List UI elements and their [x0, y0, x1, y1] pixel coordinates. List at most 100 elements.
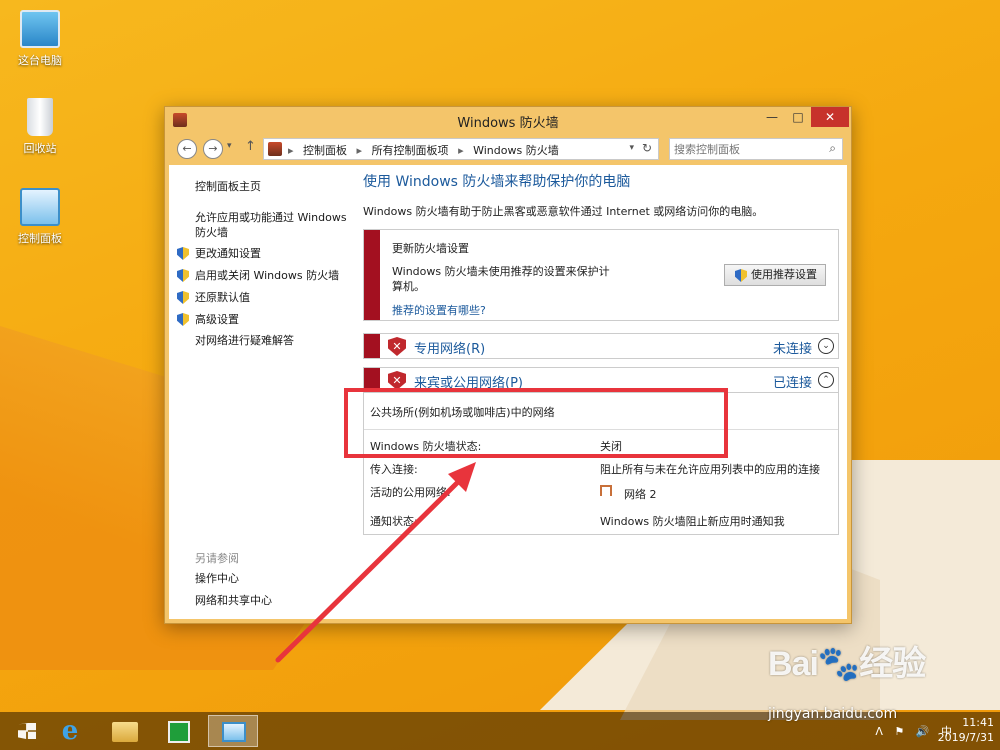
annotation-highlight-box: [344, 388, 728, 458]
incoming-connections-label: 传入连接:: [370, 463, 418, 476]
show-hidden-icons-chevron-up-icon[interactable]: ᐱ: [875, 725, 883, 738]
firewall-off-shield-icon: ✕: [388, 337, 406, 356]
page-title: 使用 Windows 防火墙来帮助保护你的电脑: [363, 174, 631, 190]
alert-bar: [364, 230, 380, 320]
sidebar-link-toggle-firewall[interactable]: 启用或关闭 Windows 防火墙: [177, 268, 340, 283]
search-icon[interactable]: ⌕: [829, 141, 836, 156]
expand-chevron-down-icon[interactable]: ⌄: [818, 338, 834, 354]
watermark-logo: Bai🐾经验: [768, 645, 926, 683]
use-recommended-settings-button[interactable]: 使用推荐设置: [724, 264, 826, 286]
see-also-heading: 另请参阅: [195, 552, 239, 565]
recycle-bin-icon: [27, 98, 53, 136]
close-button[interactable]: ✕: [811, 107, 849, 127]
sidebar-link-action-center[interactable]: 操作中心: [195, 571, 239, 586]
clock-date: 2019/7/31: [937, 731, 994, 744]
volume-icon[interactable]: 🔊: [916, 725, 930, 738]
breadcrumb-all-items[interactable]: 所有控制面板项: [372, 144, 449, 157]
update-description: Windows 防火墙未使用推荐的设置来保护计 算机。: [392, 264, 642, 294]
navigation-toolbar: ← → ▾ ↑ ▸ 控制面板 ▸ 所有控制面板项 ▸ Windows 防火墙 ▾…: [171, 135, 845, 163]
back-button[interactable]: ←: [177, 139, 197, 159]
control-panel-icon: [222, 722, 246, 742]
maximize-button[interactable]: □: [785, 107, 811, 127]
sidebar-link-restore-defaults[interactable]: 还原默认值: [177, 290, 250, 305]
private-network-name: 专用网络(R): [414, 342, 486, 357]
watermark-url: jingyan.baidu.com: [768, 706, 898, 722]
desktop-icon-label: 这台电脑: [18, 54, 62, 67]
sidebar-link-label: 更改通知设置: [195, 247, 261, 260]
sidebar-link-label: 高级设置: [195, 313, 239, 326]
address-bar[interactable]: ▸ 控制面板 ▸ 所有控制面板项 ▸ Windows 防火墙 ▾ ↻: [263, 138, 659, 160]
taskbar-file-explorer[interactable]: [104, 715, 144, 747]
sidebar: 控制面板主页 允许应用或功能通过 Windows 防火墙 更改通知设置 启用或关…: [169, 165, 359, 619]
up-button[interactable]: ↑: [245, 139, 256, 154]
sidebar-link-label: 防火墙: [195, 226, 228, 239]
private-network-status: 未连接: [772, 342, 812, 357]
page-description: Windows 防火墙有助于防止黑客或恶意软件通过 Internet 或网络访问…: [363, 205, 764, 218]
taskbar-store[interactable]: [158, 715, 198, 747]
search-box: ⌕: [669, 138, 843, 160]
desktop-icon-label: 控制面板: [18, 232, 62, 245]
network-bench-icon: [600, 485, 612, 496]
address-history-chevron-down-icon[interactable]: ▾: [629, 143, 634, 153]
folder-icon: [112, 722, 138, 742]
breadcrumb-control-panel[interactable]: 控制面板: [303, 144, 347, 157]
uac-shield-icon: [177, 269, 189, 282]
active-network-label: 活动的公用网络:: [370, 486, 451, 499]
breadcrumb-firewall[interactable]: Windows 防火墙: [473, 144, 559, 157]
sidebar-link-label: 还原默认值: [195, 291, 250, 304]
update-title: 更新防火墙设置: [392, 242, 469, 255]
forward-button[interactable]: →: [203, 139, 223, 159]
action-flag-icon[interactable]: ⚑: [894, 725, 904, 738]
update-description-line: Windows 防火墙未使用推荐的设置来保护计: [392, 265, 610, 278]
sidebar-link-advanced[interactable]: 高级设置: [177, 312, 239, 327]
store-icon: [168, 721, 190, 743]
update-description-line: 算机。: [392, 280, 425, 293]
firewall-window: Windows 防火墙 — □ ✕ ← → ▾ ↑ ▸ 控制面板 ▸ 所有控制面…: [164, 106, 852, 624]
breadcrumb-separator[interactable]: ▸: [357, 144, 363, 157]
button-label: 使用推荐设置: [751, 268, 817, 281]
uac-shield-icon: [177, 291, 189, 304]
desktop-icon-this-pc[interactable]: 这台电脑: [0, 10, 80, 68]
notification-state-value: Windows 防火墙阻止新应用时通知我: [600, 515, 785, 528]
alert-bar: [364, 334, 380, 358]
clock[interactable]: 11:41 2019/7/31: [938, 715, 994, 745]
recommended-settings-link[interactable]: 推荐的设置有哪些?: [392, 302, 486, 318]
minimize-button[interactable]: —: [759, 107, 785, 127]
taskbar-control-panel[interactable]: [208, 715, 258, 747]
notification-state-label: 通知状态:: [370, 515, 418, 528]
sidebar-link-allow-app[interactable]: 允许应用或功能通过 Windows 防火墙: [195, 210, 347, 240]
breadcrumb: ▸ 控制面板 ▸ 所有控制面板项 ▸ Windows 防火墙: [288, 142, 565, 158]
uac-shield-icon: [177, 313, 189, 326]
sidebar-link-home[interactable]: 控制面板主页: [195, 179, 261, 194]
update-settings-box: 更新防火墙设置 Windows 防火墙未使用推荐的设置来保护计 算机。 推荐的设…: [363, 229, 839, 321]
sidebar-link-label: 允许应用或功能通过 Windows: [195, 211, 347, 224]
firewall-icon: [268, 142, 282, 156]
computer-icon: [20, 10, 60, 48]
desktop-icon-control-panel[interactable]: 控制面板: [0, 188, 80, 246]
desktop-icon-label: 回收站: [23, 142, 57, 155]
active-network-value: 网络 2: [624, 488, 657, 501]
breadcrumb-separator[interactable]: ▸: [458, 144, 464, 157]
sidebar-link-network-sharing[interactable]: 网络和共享中心: [195, 593, 272, 608]
uac-shield-icon: [735, 269, 747, 282]
start-button[interactable]: [8, 715, 48, 747]
desktop-icon-recycle-bin[interactable]: 回收站: [0, 98, 80, 156]
breadcrumb-separator: ▸: [288, 144, 294, 157]
taskbar-internet-explorer[interactable]: e: [50, 715, 90, 747]
collapse-chevron-up-icon[interactable]: ⌃: [818, 372, 834, 388]
sidebar-link-troubleshoot[interactable]: 对网络进行疑难解答: [195, 333, 294, 348]
uac-shield-icon: [177, 247, 189, 260]
incoming-connections-value: 阻止所有与未在允许应用列表中的应用的连接: [600, 463, 820, 476]
refresh-icon[interactable]: ↻: [642, 141, 652, 155]
search-input[interactable]: [674, 141, 814, 157]
clock-time: 11:41: [962, 716, 994, 729]
control-panel-icon: [20, 188, 60, 226]
sidebar-link-label: 启用或关闭 Windows 防火墙: [195, 269, 340, 282]
sidebar-link-change-notify[interactable]: 更改通知设置: [177, 246, 261, 261]
recent-locations-chevron-down-icon[interactable]: ▾: [227, 141, 232, 151]
title-bar[interactable]: Windows 防火墙 — □ ✕: [165, 107, 851, 133]
window-title: Windows 防火墙: [457, 116, 559, 131]
private-network-row[interactable]: ✕ 专用网络(R) 未连接 ⌄: [363, 333, 839, 359]
baidu-watermark: Bai🐾经验 jingyan.baidu.com: [768, 636, 926, 722]
public-network-status: 已连接: [772, 376, 812, 391]
